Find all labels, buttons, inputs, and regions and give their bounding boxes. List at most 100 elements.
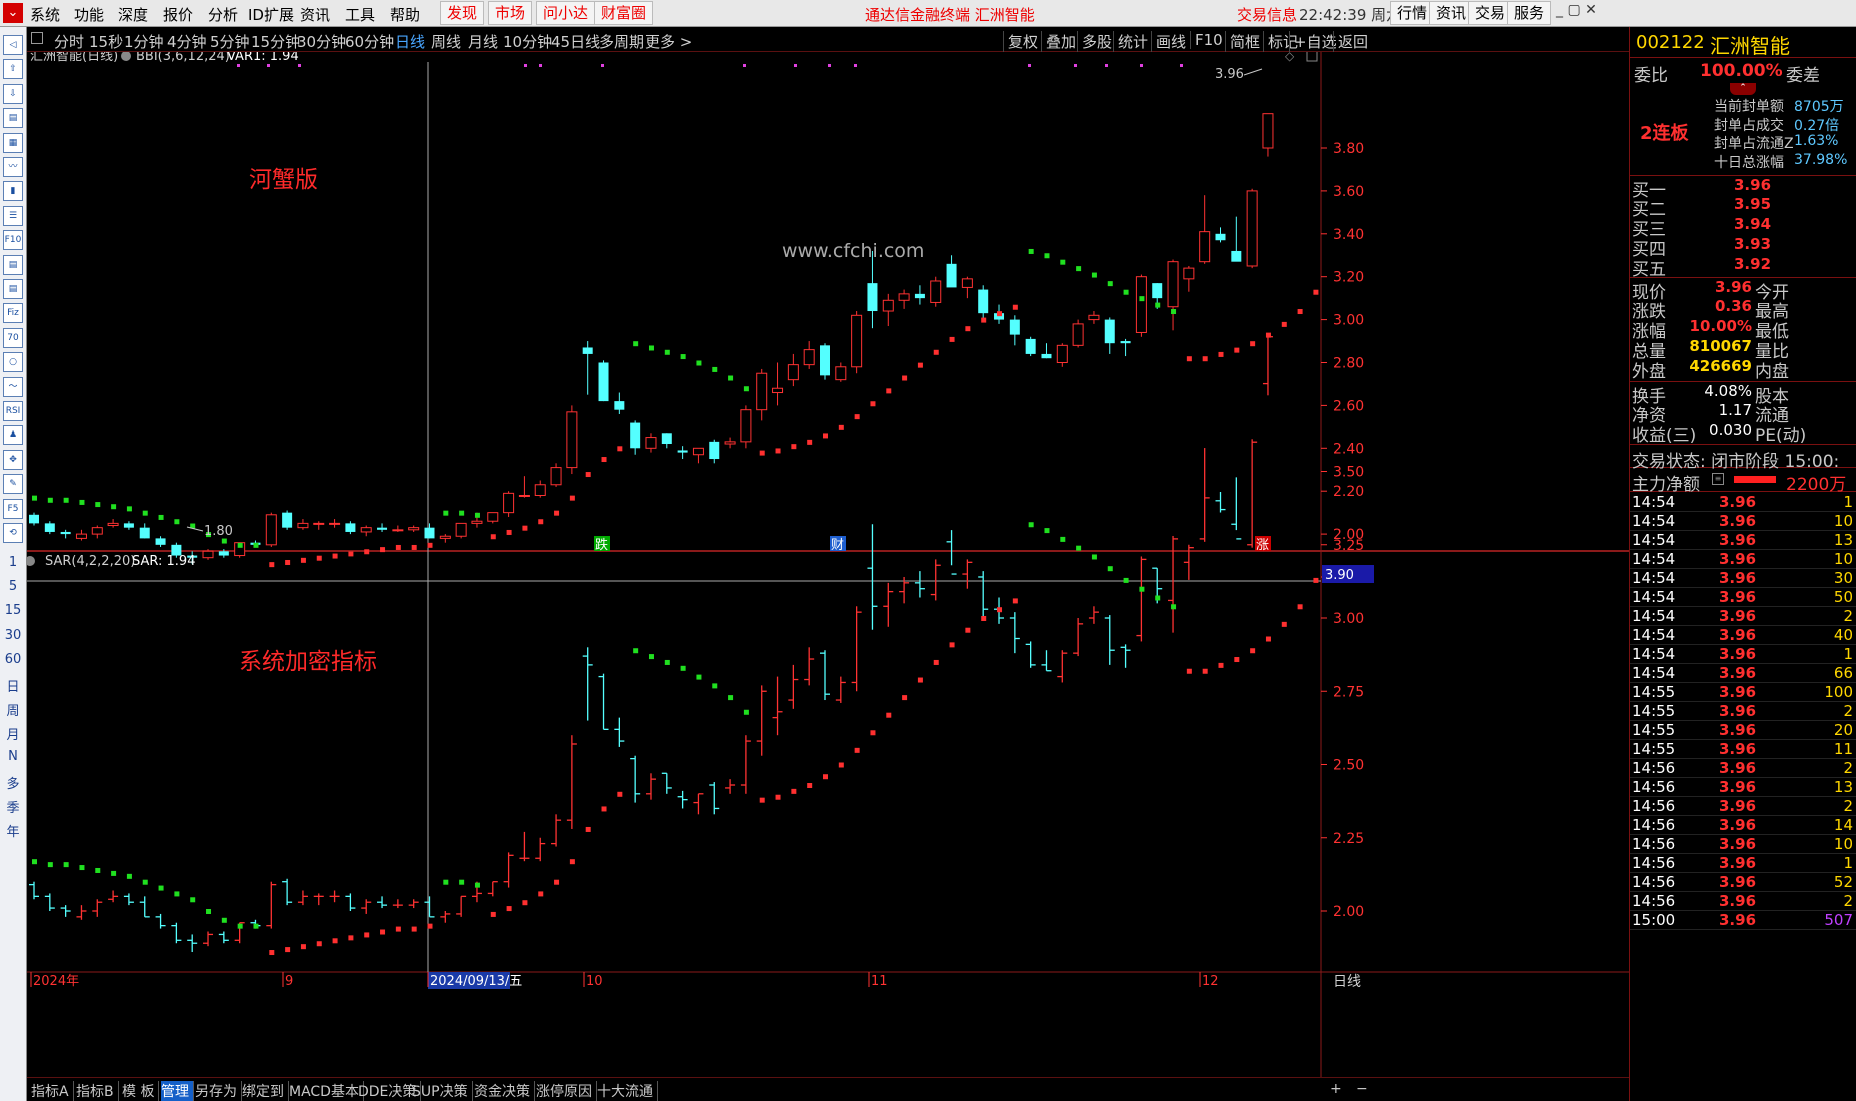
bottom-tab-2[interactable]: 模 板: [122, 1081, 160, 1101]
left-period-3[interactable]: 30: [0, 628, 26, 643]
left-period-9[interactable]: 多: [0, 773, 26, 792]
menu-help[interactable]: 帮助: [390, 4, 420, 25]
chart-tool-5[interactable]: F10: [1190, 31, 1223, 49]
rsi-icon[interactable]: RSI: [3, 401, 23, 421]
up-arrow-icon[interactable]: ⇧: [3, 59, 23, 80]
chart-tool-3[interactable]: 统计: [1113, 31, 1148, 52]
panel-toggle-icon[interactable]: [31, 32, 43, 44]
move-icon[interactable]: ✥: [3, 449, 23, 470]
pencil-icon[interactable]: ✎: [3, 474, 23, 495]
trade-info-link[interactable]: 交易信息: [1237, 4, 1297, 25]
news-icon[interactable]: ▤: [3, 279, 23, 299]
add-tab-icon[interactable]: +: [1330, 1081, 1346, 1097]
bottom-tab-11[interactable]: 十大流通: [597, 1081, 658, 1101]
kline-chart-area[interactable]: 3.80 3.60 3.40 3.20 3.00 2.80 2.60 2.40 2.20 2.00…: [27, 52, 1629, 1077]
tick-list[interactable]: 14:54 3.96 1 14:54 3.96 10 14:54 3.96 13 14:54 3.9…: [1630, 493, 1856, 1101]
chart-tool-6[interactable]: 简框: [1225, 31, 1260, 52]
bid-row[interactable]: 买一 3.96: [1630, 175, 1856, 201]
menu-tools[interactable]: 工具: [345, 4, 375, 25]
bottom-tab-10[interactable]: 涨停原因: [536, 1081, 597, 1101]
chart-tool-2[interactable]: 多股: [1077, 31, 1112, 52]
bottom-tab-4[interactable]: 另存为: [195, 1081, 242, 1101]
left-period-11[interactable]: 年: [0, 821, 26, 840]
bottom-tab-1[interactable]: 指标B: [76, 1081, 119, 1101]
period-tab-5[interactable]: 15分钟: [251, 31, 300, 52]
chart-tool-8[interactable]: +自选: [1289, 31, 1337, 52]
button-service[interactable]: 服务: [1507, 1, 1552, 25]
chart-tool-4[interactable]: 画线: [1151, 31, 1186, 52]
circle-icon[interactable]: ○: [3, 352, 23, 373]
report-icon[interactable]: ☰: [3, 205, 23, 226]
bid-row[interactable]: 买四 3.93: [1630, 235, 1856, 260]
f5-icon[interactable]: F5: [3, 498, 23, 519]
f10-icon[interactable]: F10: [3, 230, 23, 251]
left-period-5[interactable]: 日: [0, 676, 26, 695]
menu-icon[interactable]: ≡: [1712, 473, 1724, 485]
left-period-7[interactable]: 月: [0, 724, 26, 743]
button-quote[interactable]: 行情: [1390, 1, 1435, 25]
bottom-tab-9[interactable]: 资金决策: [474, 1081, 535, 1101]
left-period-0[interactable]: 1: [0, 555, 26, 570]
button-news[interactable]: 资讯: [1429, 1, 1474, 25]
menu-market[interactable]: 市场: [488, 1, 533, 25]
menu-ask-xiaoda[interactable]: 问小达: [536, 1, 596, 25]
period-tab-12[interactable]: 45日线: [551, 31, 600, 52]
line-chart-icon[interactable]: 〰: [3, 157, 23, 177]
wave-icon[interactable]: 〜: [3, 376, 23, 397]
left-period-2[interactable]: 15: [0, 603, 26, 618]
chart-tool-9[interactable]: 返回: [1333, 31, 1368, 52]
back-icon[interactable]: ◁: [3, 35, 23, 55]
collapse-icon[interactable]: ⌃: [1730, 83, 1756, 95]
left-period-4[interactable]: 60: [0, 652, 26, 667]
left-period-10[interactable]: 季: [0, 797, 26, 816]
period-tab-3[interactable]: 4分钟: [167, 31, 207, 52]
menu-wealth-circle[interactable]: 财富圈: [594, 1, 654, 25]
period-tab-11[interactable]: 10分钟: [503, 31, 552, 52]
period-tab-10[interactable]: 月线: [468, 31, 498, 52]
period-tab-2[interactable]: 1分钟: [124, 31, 164, 52]
fiz-icon[interactable]: Fiz: [3, 303, 23, 324]
menu-discover[interactable]: 发现: [440, 1, 485, 25]
chart-tool-1[interactable]: 叠加: [1041, 31, 1076, 52]
period-tab-4[interactable]: 5分钟: [210, 31, 250, 52]
bottom-tab-6[interactable]: MACD基本: [289, 1081, 364, 1101]
diamond-icon[interactable]: ◇: [1285, 52, 1295, 63]
period-tab-7[interactable]: 60分钟: [345, 31, 394, 52]
menu-id-extend[interactable]: ID扩展: [248, 4, 294, 25]
quote-table-icon[interactable]: ▤: [3, 108, 23, 129]
period-tab-9[interactable]: 周线: [431, 31, 461, 52]
period-tab-14[interactable]: 更多 >: [645, 31, 692, 52]
period-tab-8[interactable]: 日线: [395, 31, 425, 52]
down-arrow-icon[interactable]: ⇩: [3, 83, 23, 104]
news-icon[interactable]: ▤: [3, 254, 23, 275]
chart-tool-0[interactable]: 复权: [1003, 31, 1038, 52]
menu-quote[interactable]: 报价: [163, 4, 193, 25]
bottom-tab-8[interactable]: SUP决策: [412, 1081, 473, 1101]
menu-news[interactable]: 资讯: [300, 4, 330, 25]
bottom-tab-5[interactable]: 绑定到: [242, 1081, 289, 1101]
bid-row[interactable]: 买三 3.94: [1630, 215, 1856, 240]
bottom-tab-3[interactable]: 管理: [161, 1081, 194, 1101]
person-icon[interactable]: ♟: [3, 425, 23, 446]
period-tab-0[interactable]: 分时: [54, 31, 84, 52]
left-period-1[interactable]: 5: [0, 579, 26, 594]
bottom-tab-0[interactable]: 指标A: [31, 1081, 74, 1101]
app-logo-icon[interactable]: ⌄: [3, 3, 23, 23]
left-period-6[interactable]: 周: [0, 700, 26, 719]
grid-icon[interactable]: ▦: [3, 132, 23, 153]
refresh-icon[interactable]: ⟲: [3, 523, 23, 543]
bid-row[interactable]: 买五 3.92: [1630, 255, 1856, 280]
bid-row[interactable]: 买二 3.95: [1630, 195, 1856, 220]
period-tab-1[interactable]: 15秒: [89, 31, 123, 52]
left-period-8[interactable]: N: [0, 749, 26, 764]
menu-analysis[interactable]: 分析: [208, 4, 238, 25]
button-trade[interactable]: 交易: [1468, 1, 1513, 25]
period-tab-13[interactable]: 多周期: [599, 31, 644, 52]
kline-icon[interactable]: ▮: [3, 181, 23, 202]
f70-icon[interactable]: 70: [3, 327, 23, 348]
menu-system[interactable]: 系统: [30, 4, 60, 25]
window-controls[interactable]: _ ▢ ✕: [1556, 2, 1597, 18]
remove-tab-icon[interactable]: −: [1356, 1081, 1372, 1097]
menu-function[interactable]: 功能: [74, 4, 104, 25]
menu-depth[interactable]: 深度: [118, 4, 148, 25]
